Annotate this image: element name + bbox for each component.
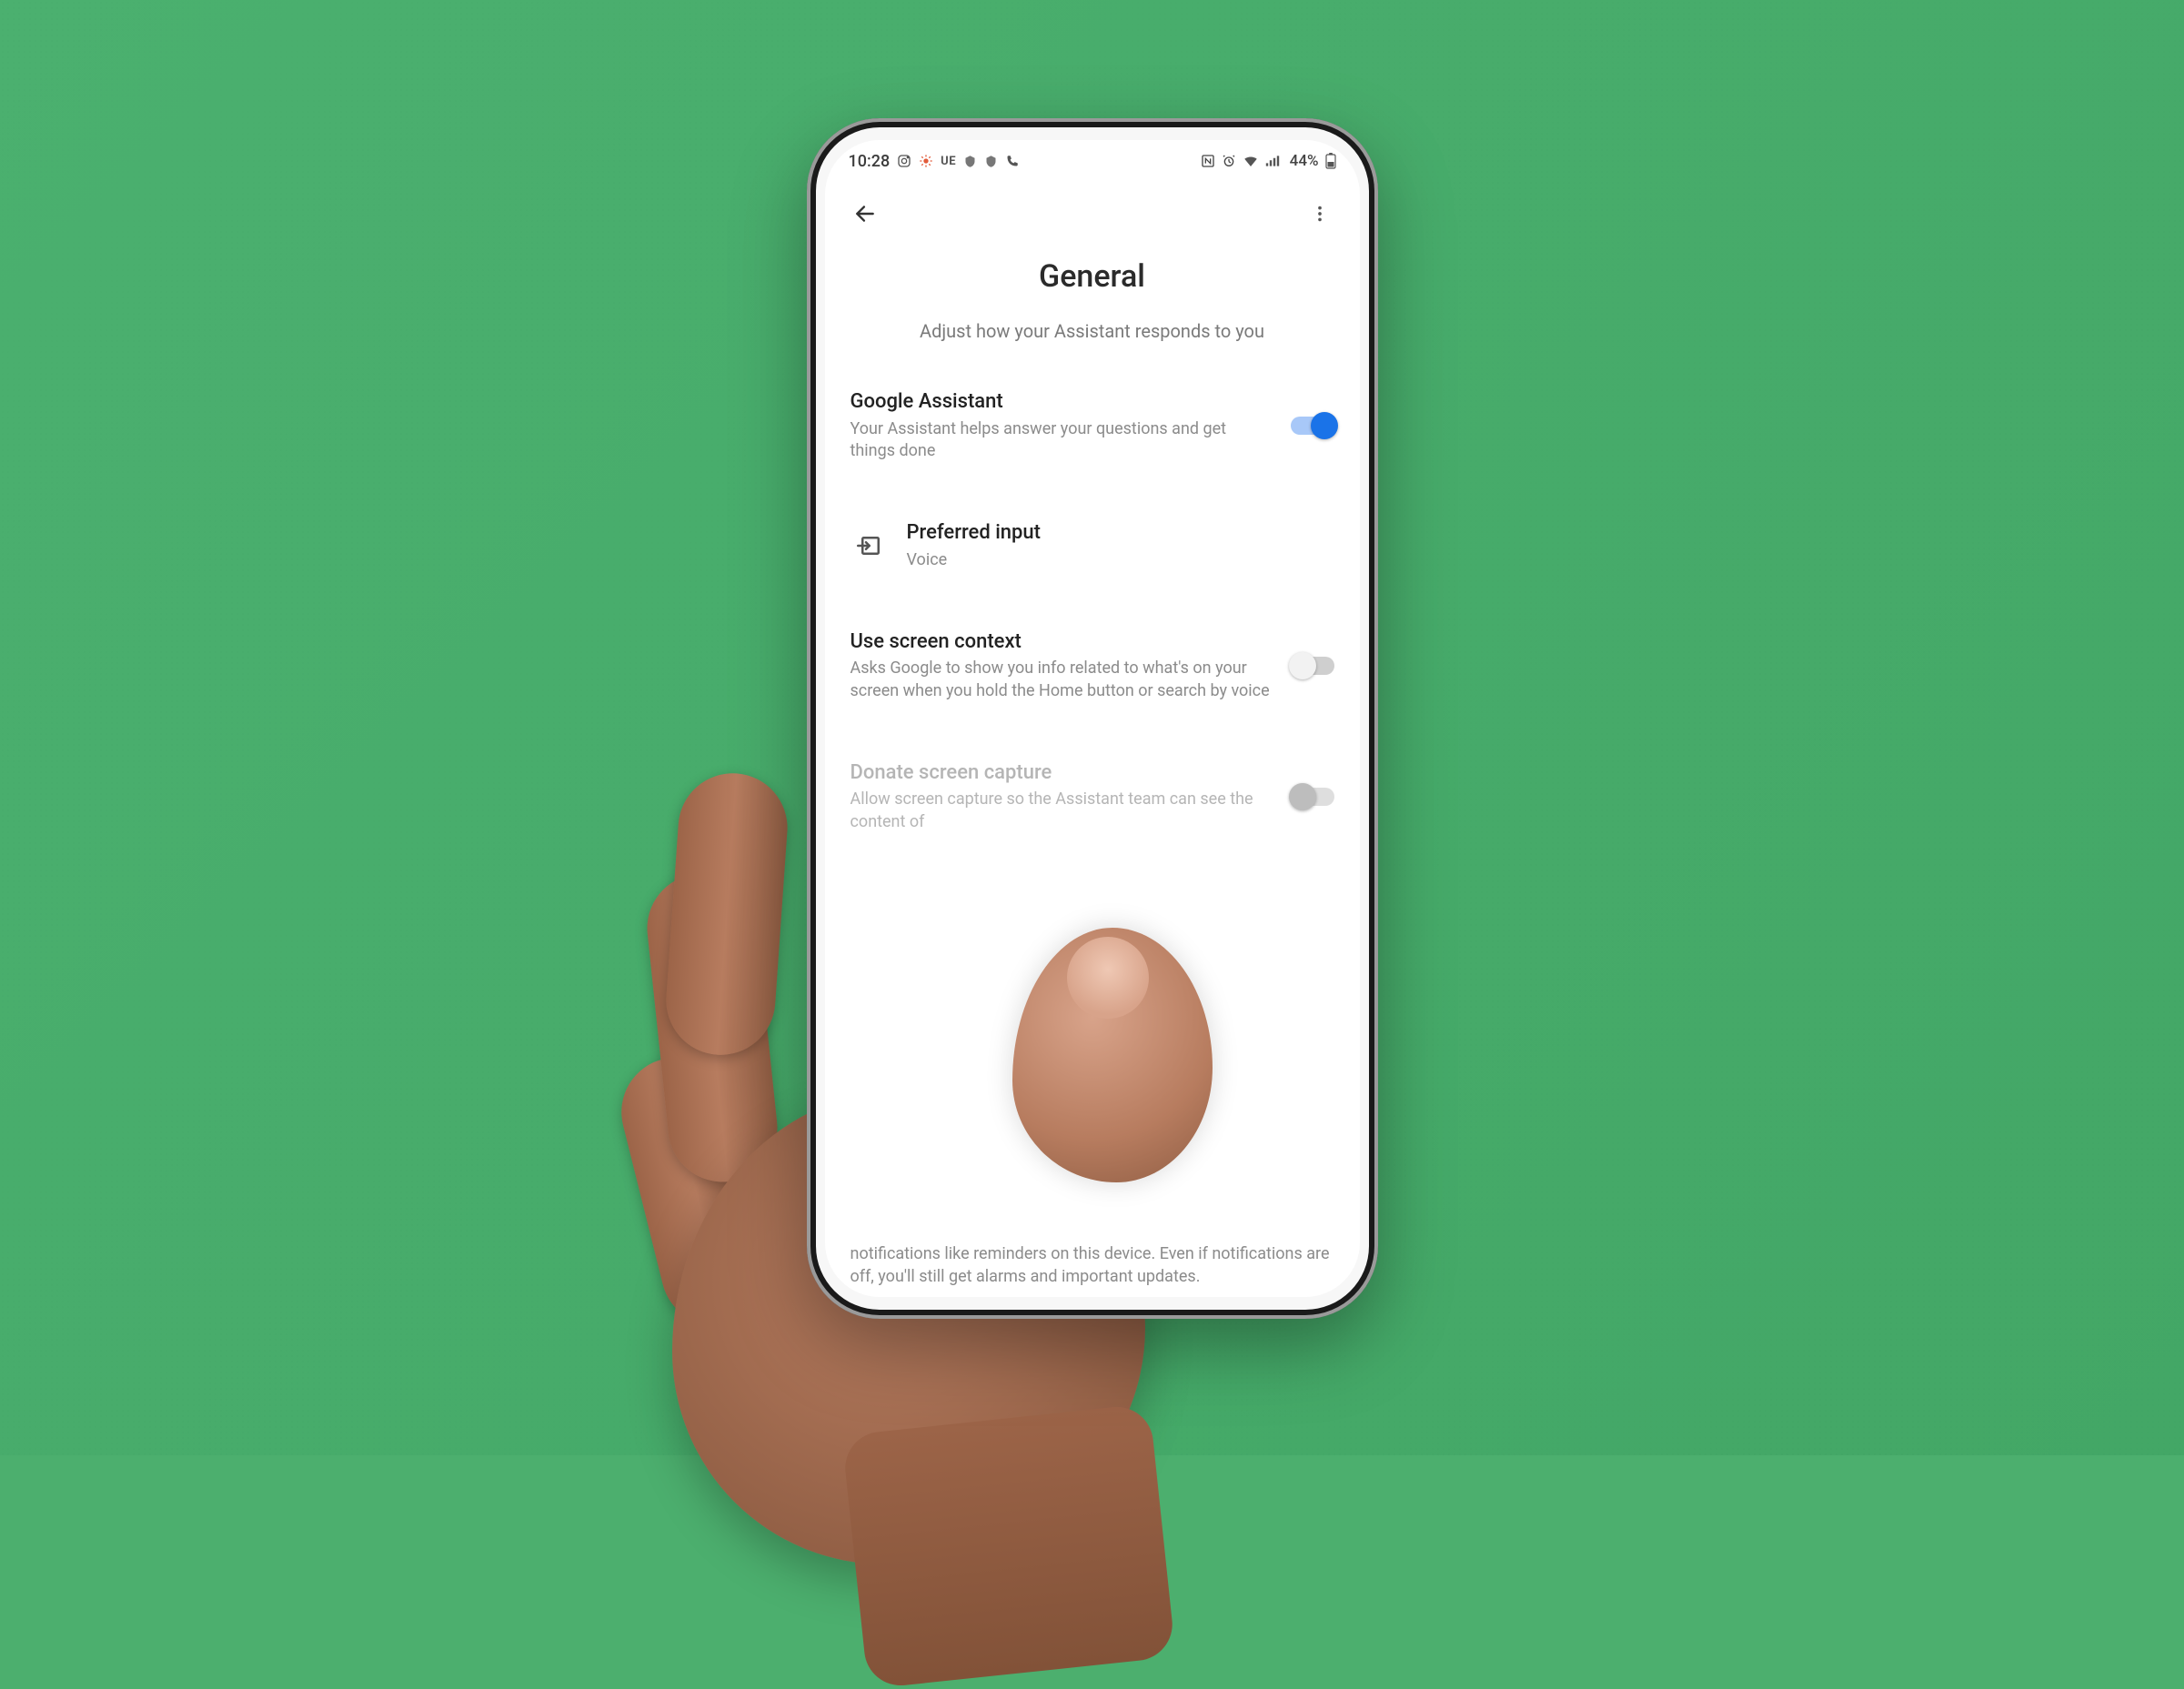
instagram-icon	[897, 154, 911, 168]
row-text: Use screen context Asks Google to show y…	[850, 629, 1274, 702]
status-time: 10:28	[849, 152, 891, 171]
arrow-back-icon	[853, 202, 877, 226]
phone-frame: 10:28 UE	[807, 118, 1378, 1319]
nfc-icon	[1201, 154, 1215, 168]
shield-icon-2	[984, 155, 998, 168]
row-value: Voice	[907, 549, 1334, 571]
phone-screen: 10:28 UE	[825, 140, 1360, 1297]
row-title: Use screen context	[850, 629, 1274, 655]
row-desc: Your Assistant helps answer your questio…	[850, 418, 1274, 463]
screen-context-toggle[interactable]	[1291, 657, 1334, 675]
phone-icon	[1005, 155, 1019, 168]
google-assistant-toggle[interactable]	[1291, 417, 1334, 435]
app-bar	[825, 182, 1360, 246]
row-title: Preferred input	[907, 520, 1334, 546]
page-title: General	[825, 258, 1360, 295]
ue-badge: UE	[941, 155, 956, 168]
row-text: Donate screen capture Allow screen captu…	[850, 760, 1274, 833]
row-text: Google Assistant Your Assistant helps an…	[850, 389, 1274, 462]
alarm-icon	[1222, 154, 1236, 168]
status-bar: 10:28 UE	[825, 140, 1360, 182]
shield-icon	[963, 155, 977, 168]
thumb-shadow	[992, 906, 1229, 1161]
row-title: Google Assistant	[850, 389, 1274, 415]
overflow-menu-button[interactable]	[1300, 194, 1340, 234]
row-desc: Asks Google to show you info related to …	[850, 658, 1274, 702]
row-text: Preferred input Voice	[907, 520, 1334, 571]
signal-icon	[1265, 155, 1280, 167]
page-subtitle: Adjust how your Assistant responds to yo…	[901, 318, 1283, 344]
row-donate-capture[interactable]: Donate screen capture Allow screen captu…	[825, 748, 1360, 846]
battery-icon	[1325, 153, 1336, 169]
row-desc: Allow screen capture so the Assistant te…	[850, 789, 1274, 833]
bottom-peek-text: notifications like reminders on this dev…	[825, 1243, 1360, 1288]
sun-icon	[919, 154, 933, 168]
wifi-icon	[1243, 154, 1259, 168]
donate-capture-toggle[interactable]	[1291, 788, 1334, 806]
row-title: Donate screen capture	[850, 760, 1274, 786]
row-preferred-input[interactable]: Preferred input Voice	[825, 508, 1360, 584]
back-button[interactable]	[845, 194, 885, 234]
row-google-assistant[interactable]: Google Assistant Your Assistant helps an…	[825, 377, 1360, 475]
settings-content[interactable]: General Adjust how your Assistant respon…	[825, 246, 1360, 1297]
input-icon	[850, 532, 891, 559]
battery-percent: 44%	[1290, 152, 1319, 170]
more-vert-icon	[1310, 204, 1330, 224]
row-screen-context[interactable]: Use screen context Asks Google to show y…	[825, 617, 1360, 715]
